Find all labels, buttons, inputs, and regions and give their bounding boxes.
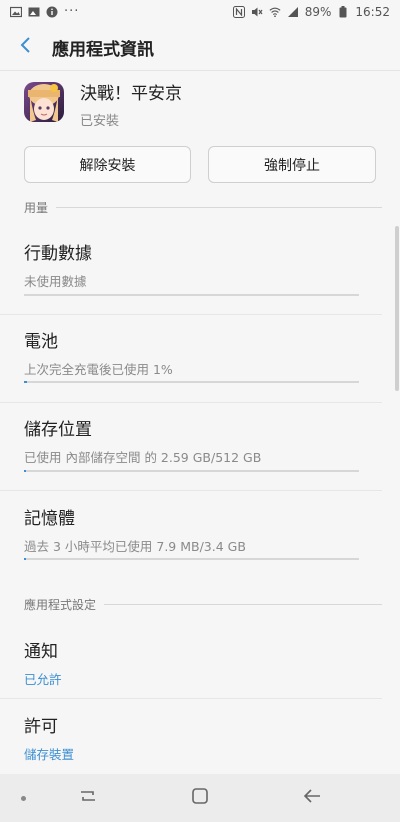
item-title: 許可 bbox=[24, 717, 58, 737]
info-notification-icon bbox=[46, 6, 58, 18]
item-subtitle: 儲存裝置 bbox=[24, 747, 75, 762]
nav-recent-icon bbox=[78, 786, 98, 810]
notifications-item[interactable]: 通知 已允許 bbox=[0, 641, 384, 688]
item-subtitle: 未使用數據 bbox=[24, 274, 87, 289]
nav-home-icon bbox=[190, 786, 210, 810]
mute-icon bbox=[251, 6, 263, 18]
nav-back-button[interactable] bbox=[300, 786, 324, 810]
item-subtitle: 上次完全充電後已使用 1% bbox=[24, 362, 173, 377]
nfc-icon bbox=[232, 6, 245, 18]
section-divider bbox=[56, 207, 382, 208]
mobile-data-progress bbox=[24, 294, 359, 296]
clock: 16:52 bbox=[355, 5, 390, 19]
scrollbar[interactable] bbox=[395, 226, 399, 391]
recent-apps-button[interactable] bbox=[76, 786, 100, 810]
item-subtitle: 已使用 內部儲存空間 的 2.59 GB/512 GB bbox=[24, 450, 262, 465]
app-install-status: 已安裝 bbox=[80, 114, 120, 129]
wifi-icon bbox=[269, 6, 281, 18]
item-title: 通知 bbox=[24, 642, 58, 662]
app-icon bbox=[24, 82, 64, 122]
navigation-bar bbox=[0, 774, 400, 822]
battery-item[interactable]: 電池 上次完全充電後已使用 1% bbox=[0, 331, 384, 378]
list-divider bbox=[0, 402, 382, 403]
item-title: 記憶體 bbox=[24, 509, 75, 529]
storage-item[interactable]: 儲存位置 已使用 內部儲存空間 的 2.59 GB/512 GB bbox=[0, 419, 384, 466]
mobile-data-item[interactable]: 行動數據 未使用數據 bbox=[0, 243, 384, 290]
list-divider bbox=[0, 698, 382, 699]
memory-progress bbox=[24, 558, 359, 560]
usage-header-label: 用量 bbox=[24, 201, 49, 215]
app-name: 決戰！平安京 bbox=[80, 84, 182, 104]
item-title: 行動數據 bbox=[24, 244, 92, 264]
settings-header-label: 應用程式設定 bbox=[24, 598, 97, 612]
image-notification-icon bbox=[10, 6, 22, 18]
status-right: 89% 16:52 bbox=[232, 5, 390, 19]
signal-icon bbox=[287, 6, 299, 18]
item-title: 電池 bbox=[24, 332, 58, 352]
battery-progress bbox=[24, 381, 359, 383]
nav-back-icon bbox=[302, 786, 322, 810]
force-stop-button[interactable]: 強制停止 bbox=[208, 146, 376, 183]
gallery-notification-icon bbox=[28, 6, 40, 18]
app-bar-divider bbox=[0, 70, 400, 71]
memory-progress-fill bbox=[24, 558, 26, 560]
home-button[interactable] bbox=[188, 786, 212, 810]
app-header: 決戰！平安京 已安裝 bbox=[24, 82, 182, 129]
back-button[interactable] bbox=[0, 24, 52, 70]
uninstall-button[interactable]: 解除安裝 bbox=[24, 146, 191, 183]
item-subtitle: 過去 3 小時平均已使用 7.9 MB/3.4 GB bbox=[24, 539, 246, 554]
battery-icon bbox=[337, 6, 349, 18]
app-info: 決戰！平安京 已安裝 bbox=[80, 82, 182, 129]
permissions-item[interactable]: 許可 儲存裝置 bbox=[0, 716, 384, 763]
app-bar: 應用程式資訊 bbox=[0, 24, 400, 70]
section-divider bbox=[104, 604, 382, 605]
item-subtitle: 已允許 bbox=[24, 672, 62, 687]
battery-progress-fill bbox=[24, 381, 28, 383]
more-notifications-icon: ··· bbox=[64, 4, 80, 19]
storage-progress-fill bbox=[24, 470, 26, 472]
nav-indicator-dot bbox=[21, 796, 26, 801]
battery-percent: 89% bbox=[304, 5, 332, 19]
memory-item[interactable]: 記憶體 過去 3 小時平均已使用 7.9 MB/3.4 GB bbox=[0, 508, 384, 555]
status-bar: ··· 89% 16:52 bbox=[0, 0, 400, 24]
status-left: ··· bbox=[10, 4, 80, 19]
item-title: 儲存位置 bbox=[24, 420, 92, 440]
storage-progress bbox=[24, 470, 359, 472]
page-title: 應用程式資訊 bbox=[52, 39, 154, 60]
list-divider bbox=[0, 314, 382, 315]
back-icon bbox=[20, 36, 32, 58]
app-settings-section-header: 應用程式設定 bbox=[24, 596, 382, 613]
usage-section-header: 用量 bbox=[24, 199, 382, 216]
list-divider bbox=[0, 490, 382, 491]
